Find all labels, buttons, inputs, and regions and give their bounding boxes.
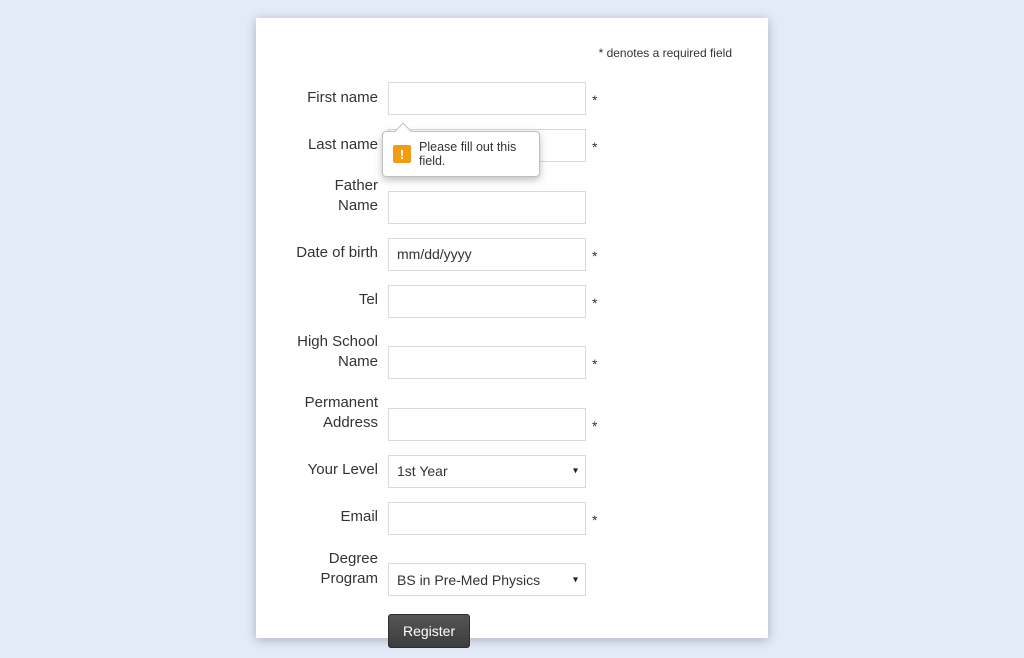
label-tel: Tel (292, 290, 388, 317)
required-marker: * (586, 512, 600, 535)
label-dob: Date of birth (292, 243, 388, 270)
row-address: Permanent Address * (292, 393, 732, 441)
row-highschool: High School Name * (292, 332, 732, 380)
row-degree: Degree Program BS in Pre-Med Physics ▾ (292, 549, 732, 597)
label-highschool: High School Name (292, 332, 388, 380)
address-input[interactable] (388, 408, 586, 441)
label-last-name: Last name (292, 135, 388, 162)
required-marker (586, 217, 600, 224)
tel-input[interactable] (388, 285, 586, 318)
row-level: Your Level 1st Year ▾ (292, 455, 732, 488)
required-marker: * (586, 418, 600, 441)
required-marker: * (586, 92, 600, 115)
label-address: Permanent Address (292, 393, 388, 441)
required-marker: * (586, 295, 600, 318)
row-father-name: Father Name (292, 176, 732, 224)
required-marker: * (586, 248, 600, 271)
label-father-name: Father Name (292, 176, 388, 224)
required-marker: * (586, 356, 600, 379)
validation-tooltip: ! Please fill out this field. (382, 131, 540, 177)
father-name-input[interactable] (388, 191, 586, 224)
level-select[interactable]: 1st Year (388, 455, 586, 488)
warning-icon: ! (393, 145, 411, 163)
label-first-name: First name (292, 88, 388, 115)
tooltip-text: Please fill out this field. (419, 140, 529, 168)
label-level: Your Level (292, 460, 388, 487)
degree-select[interactable]: BS in Pre-Med Physics (388, 563, 586, 596)
label-degree: Degree Program (292, 549, 388, 597)
row-submit: Register (292, 614, 732, 648)
dob-input[interactable]: mm/dd/yyyy (388, 238, 586, 271)
row-tel: Tel * (292, 285, 732, 318)
row-email: Email * (292, 502, 732, 535)
label-email: Email (292, 507, 388, 534)
first-name-input[interactable] (388, 82, 586, 115)
required-marker (586, 589, 600, 596)
row-dob: Date of birth mm/dd/yyyy * (292, 238, 732, 271)
register-button[interactable]: Register (388, 614, 470, 648)
highschool-input[interactable] (388, 346, 586, 379)
card: * denotes a required field First name * … (256, 18, 768, 638)
row-first-name: First name * (292, 82, 732, 115)
required-note: * denotes a required field (292, 46, 732, 60)
required-marker (586, 481, 600, 488)
required-marker: * (586, 139, 600, 162)
email-input[interactable] (388, 502, 586, 535)
